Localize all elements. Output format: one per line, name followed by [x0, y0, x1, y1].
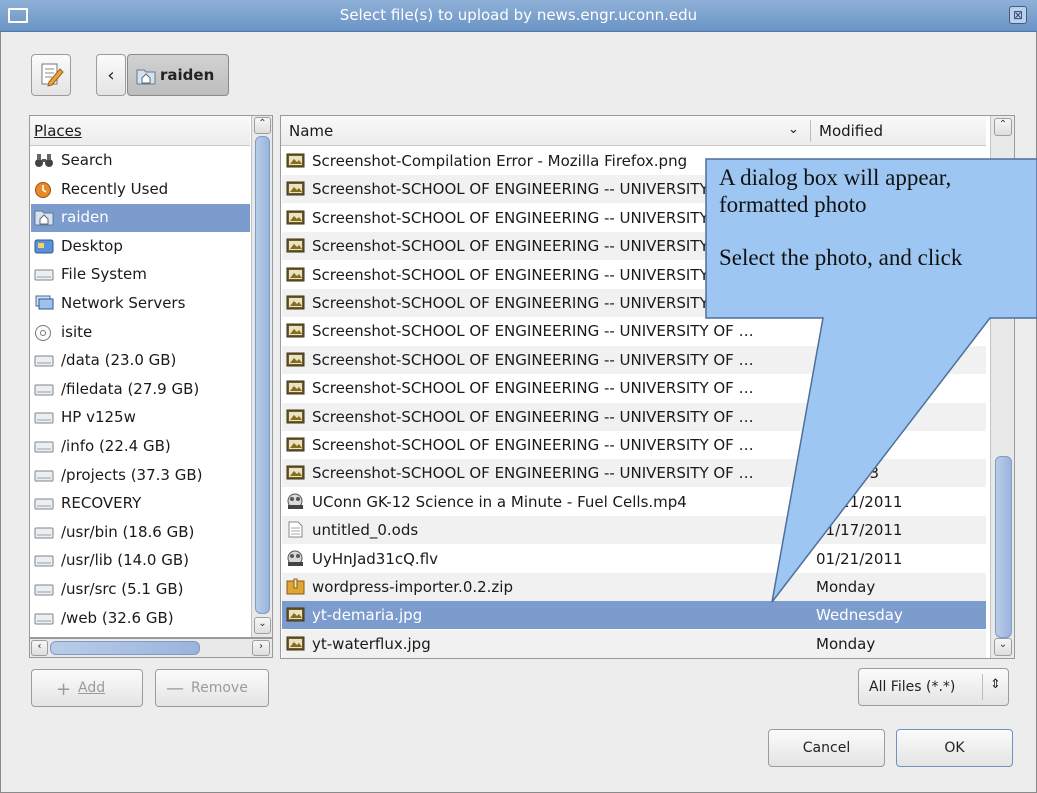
callout-text: A dialog box will appear, formatted phot… — [719, 165, 963, 270]
callout-bubble — [705, 158, 1037, 603]
